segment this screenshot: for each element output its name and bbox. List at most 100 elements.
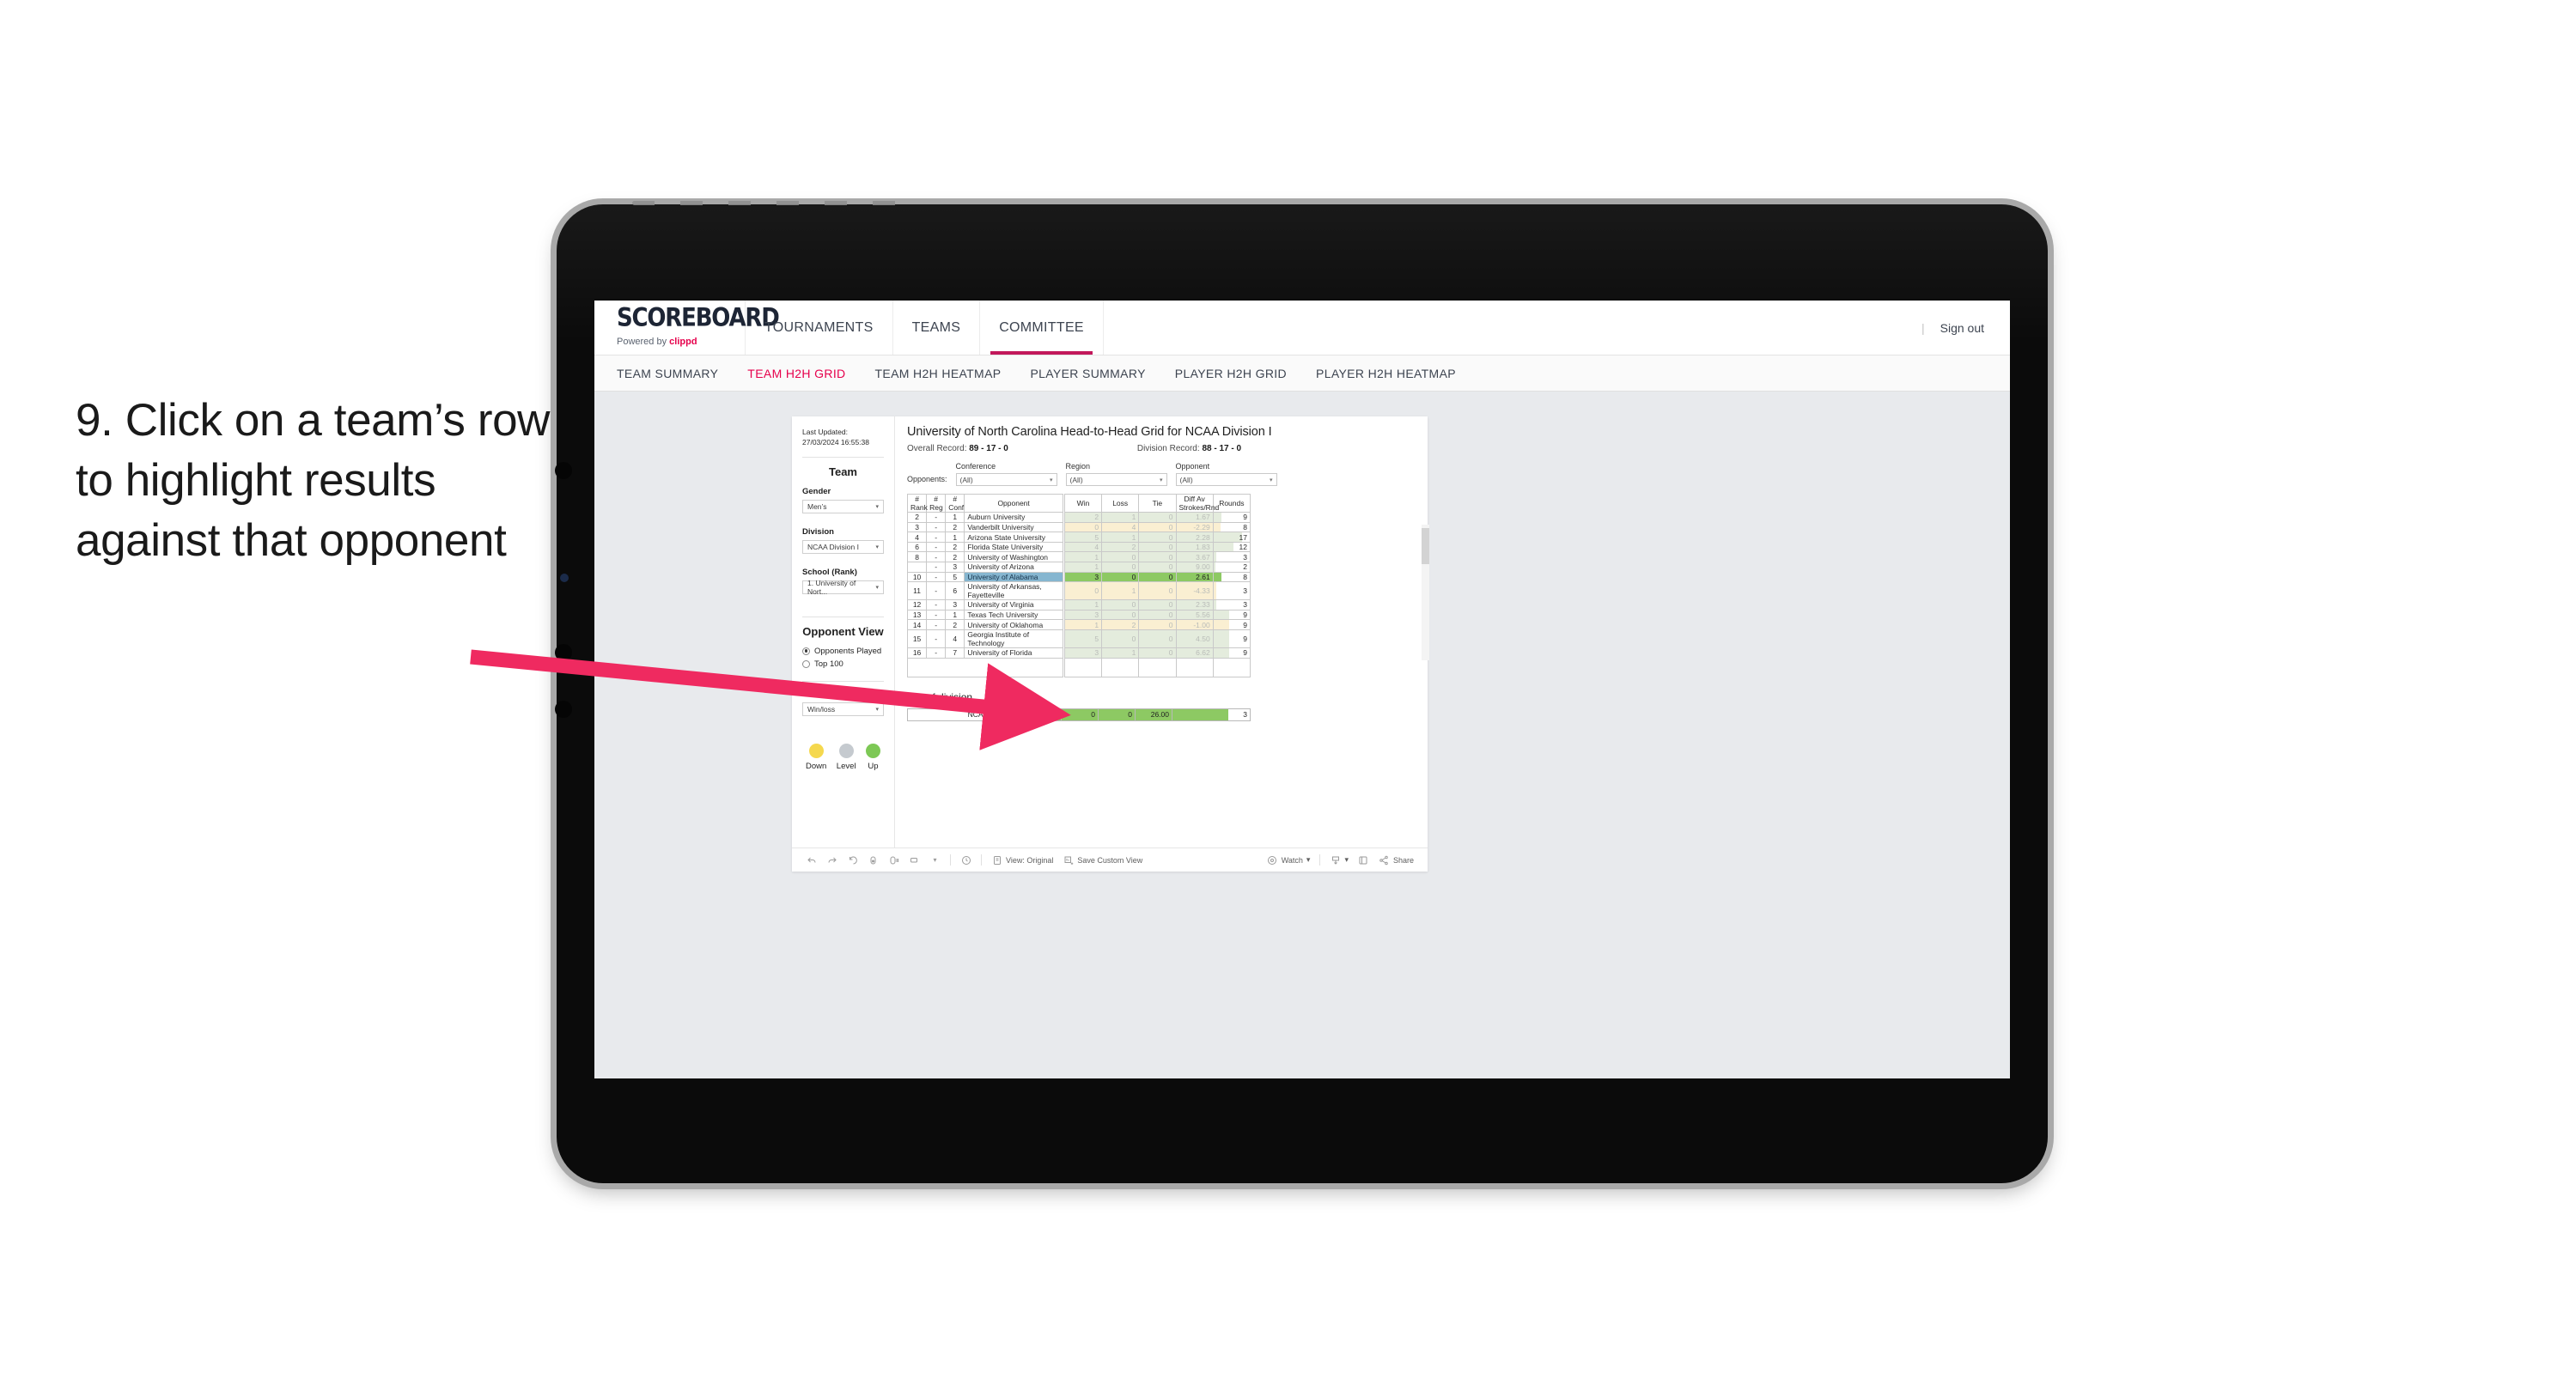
- device-camera-icon: [560, 574, 569, 582]
- brand-logo[interactable]: SCOREBOARD Powered by clippd: [594, 301, 780, 355]
- cell-tie: 0: [1138, 551, 1177, 562]
- cell-diff: -2.29: [1175, 521, 1214, 533]
- watch-button[interactable]: Watch ▾: [1267, 854, 1310, 866]
- cell-loss: 0: [1101, 562, 1140, 573]
- nav-item-teams[interactable]: TEAMS: [893, 301, 981, 355]
- table-row[interactable]: 13-1 Texas Tech University 3 0 0 5.56 9: [906, 609, 1251, 621]
- cell-opponent: Texas Tech University: [964, 609, 1063, 621]
- division-label: Division: [802, 526, 834, 537]
- radio-opponents-played[interactable]: Opponents Played: [802, 647, 884, 656]
- chevron-down-icon: ▾: [875, 503, 879, 510]
- th-conf-line2: Conf: [948, 503, 965, 513]
- table-row[interactable]: 12-3 University of Virginia 1 0 0 2.33 3: [906, 599, 1251, 610]
- cell-rank: 14: [906, 619, 928, 630]
- subnav-item-player-summary[interactable]: PLAYER SUMMARY: [1030, 367, 1145, 380]
- ood-label: NCAA Division II: [907, 708, 1025, 721]
- refresh-icon[interactable]: [868, 854, 879, 866]
- rounds-bar: [1213, 513, 1221, 522]
- undo-icon[interactable]: [806, 854, 817, 866]
- table-row[interactable]: 8-2 University of Washington 1 0 0 3.67 3: [906, 551, 1251, 562]
- cell-reg: -: [926, 521, 947, 533]
- conference-filter-caption: Conference: [955, 462, 996, 471]
- region-filter-select[interactable]: (All) ▾: [1065, 473, 1167, 486]
- region-filter-value: (All): [1069, 475, 1083, 484]
- subnav-item-team-h2h-heatmap[interactable]: TEAM H2H HEATMAP: [875, 367, 1002, 380]
- scrollbar-thumb[interactable]: [1422, 528, 1429, 564]
- last-updated-text: Last Updated: 27/03/2024 16:55:38: [802, 428, 869, 447]
- nav-item-tournaments[interactable]: TOURNAMENTS: [746, 301, 893, 355]
- watch-icon: [1267, 854, 1278, 866]
- table-row[interactable]: 3-2 Vanderbilt University 0 4 0 -2.29 8: [906, 521, 1251, 533]
- school-rank-value: 1. University of Nort...: [807, 578, 856, 596]
- cell-rank: 10: [906, 571, 928, 583]
- gender-select[interactable]: Men’s ▾: [802, 499, 884, 513]
- th-diff: Diff Av Strokes/Rnd: [1175, 493, 1219, 513]
- view-original-button[interactable]: View: Original: [991, 854, 1053, 866]
- overall-record-label: Overall Record:: [907, 444, 967, 453]
- table-row[interactable]: 15-4 Georgia Institute of Technology 5 0 0 4.…: [906, 629, 1251, 648]
- cell-loss: 0: [1101, 629, 1140, 648]
- ood-diff: 26.00: [1135, 708, 1172, 721]
- radio-top-100[interactable]: Top 100: [802, 659, 884, 669]
- cell-loss: 4: [1101, 521, 1140, 533]
- table-row[interactable]: 4-1 Arizona State University 5 1 0 2.28 17: [906, 532, 1251, 543]
- table-row[interactable]: 2-1 Auburn University 2 1 0 1.67 9: [906, 512, 1251, 523]
- division-select[interactable]: NCAA Division I ▾: [802, 539, 884, 554]
- subnav-item-player-h2h-heatmap[interactable]: PLAYER H2H HEATMAP: [1316, 367, 1456, 380]
- cell-loss: 2: [1101, 619, 1140, 630]
- pause-icon[interactable]: [888, 854, 899, 866]
- cell-reg: -: [926, 541, 947, 553]
- clock-icon[interactable]: [960, 854, 971, 866]
- cell-rounds: 3: [1212, 551, 1251, 562]
- cell-tie: 0: [1138, 541, 1177, 553]
- cell-rank: 3: [906, 521, 928, 533]
- table-row[interactable]: 6-2 Florida State University 4 2 0 1.83 12: [906, 541, 1251, 553]
- fullscreen-icon[interactable]: [1358, 854, 1369, 866]
- legend-label-down: Down: [806, 761, 827, 771]
- sign-out-link[interactable]: Sign out: [1940, 321, 1984, 335]
- cell-opponent: University of Florida: [964, 647, 1063, 659]
- chevron-down-icon[interactable]: ▾: [929, 854, 941, 866]
- table-row[interactable]: 11-6 University of Arkansas, Fayetteville…: [906, 581, 1251, 601]
- cell-rounds: 9: [1212, 512, 1251, 523]
- share-icon: [1379, 854, 1390, 866]
- cell-rank: 2: [906, 512, 928, 523]
- table-row[interactable]: 16-7 University of Florida 3 1 0 6.62 9: [906, 647, 1251, 659]
- th-rank: # Rank: [906, 493, 928, 513]
- table-row[interactable]: NCAA Division II 1 0 0 26.00 3: [907, 708, 1251, 721]
- nav-item-committee[interactable]: COMMITTEE: [980, 301, 1104, 355]
- colour-by-select[interactable]: Win/loss ▾: [802, 702, 884, 716]
- download-button[interactable]: ▾: [1330, 854, 1349, 866]
- conference-filter-select[interactable]: (All) ▾: [955, 473, 1057, 486]
- cell-tie: 0: [1138, 571, 1177, 583]
- table-row[interactable]: 10-5 University of Alabama 3 0 0 2.61 8: [906, 571, 1251, 583]
- subnav-item-player-h2h-grid[interactable]: PLAYER H2H GRID: [1175, 367, 1287, 380]
- cell-win: 0: [1063, 581, 1103, 601]
- highlight-icon[interactable]: [909, 854, 920, 866]
- grid-vertical-scrollbar[interactable]: [1422, 525, 1429, 660]
- school-rank-select[interactable]: 1. University of Nort... ▾: [802, 578, 884, 596]
- division-record-value: 88 - 17 - 0: [1202, 444, 1242, 453]
- cell-diff: 2.61: [1175, 571, 1214, 583]
- save-custom-view-button[interactable]: Save Custom View: [1063, 854, 1142, 866]
- table-row[interactable]: -3 University of Arizona 1 0 0 9.00 2: [906, 562, 1251, 573]
- rounds-bar: [1213, 552, 1217, 562]
- subnav-item-team-summary[interactable]: TEAM SUMMARY: [617, 367, 718, 380]
- cell-diff: 5.56: [1175, 609, 1214, 621]
- opponent-view-heading: Opponent View: [802, 624, 884, 638]
- redo-icon[interactable]: [826, 854, 837, 866]
- rounds-value: 9: [1243, 610, 1247, 620]
- share-button[interactable]: Share: [1379, 854, 1414, 866]
- opponent-filter-select[interactable]: (All) ▾: [1175, 473, 1277, 486]
- table-row[interactable]: 14-2 University of Oklahoma 1 2 0 -1.00 9: [906, 619, 1251, 630]
- dashboard-card: Last Updated: 27/03/2024 16:55:38 Team G…: [792, 416, 1429, 872]
- cell-empty: [1063, 657, 1103, 677]
- subnav-item-team-h2h-grid[interactable]: TEAM H2H GRID: [747, 367, 845, 380]
- chevron-down-icon: ▾: [1160, 477, 1163, 483]
- chevron-down-icon: ▾: [875, 584, 879, 591]
- tablet-screen: SCOREBOARD Powered by clippd TOURNAMENTS…: [594, 301, 2010, 1078]
- th-reg: # Reg: [926, 493, 947, 513]
- revert-icon[interactable]: [847, 854, 858, 866]
- radio-icon: [802, 647, 810, 655]
- cell-rank: 12: [906, 599, 928, 610]
